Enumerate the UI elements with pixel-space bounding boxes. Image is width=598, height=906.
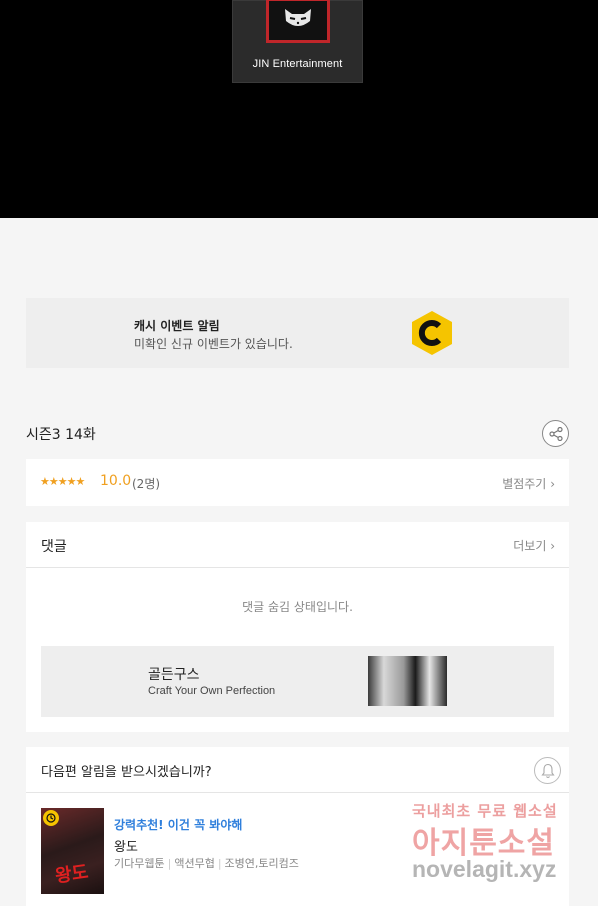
recommendation-title[interactable]: 왕도 (114, 836, 138, 855)
recommendation-genre: 액션무협 (174, 857, 215, 870)
cash-event-banner[interactable]: 캐시 이벤트 알림 미확인 신규 이벤트가 있습니다. (26, 298, 569, 368)
recommendation-tag: 강력추천! 이건 꼭 봐야해 (114, 818, 243, 832)
recommendation-thumb-logo: 왕도 (53, 861, 90, 888)
next-episode-prompt: 다음편 알림을 받으시겠습니까? (41, 765, 212, 780)
cat-logo-frame (266, 0, 330, 43)
recommendation-thumbnail[interactable]: 왕도 (41, 808, 104, 894)
cash-c-icon (412, 311, 452, 355)
recommendation-meta: 기다무웹툰 | 액션무협 | 조병연,토리컴즈 (114, 855, 299, 871)
chevron-right-icon: › (550, 477, 555, 491)
comments-more-button[interactable]: 더보기 › (513, 537, 555, 554)
rating-count: (2명) (132, 477, 161, 491)
next-episode-header: 다음편 알림을 받으시겠습니까? (26, 747, 569, 793)
meta-separator: | (217, 857, 222, 870)
rating-card: ★★★★★ 10.0 (2명) 별점주기 › (26, 459, 569, 506)
ad-image (368, 656, 447, 706)
share-icon (549, 427, 563, 441)
rate-button-label: 별점주기 (502, 477, 547, 491)
cash-event-title: 캐시 이벤트 알림 (134, 319, 220, 333)
comments-hidden-message: 댓글 숨김 상태입니다. (242, 600, 353, 614)
comments-header: 댓글 더보기 › (26, 522, 569, 568)
recommendation-category: 기다무웹툰 (114, 857, 165, 870)
bell-icon (541, 763, 555, 779)
publisher-logo-text: JIN Entertainment (252, 58, 343, 70)
rate-button[interactable]: 별점주기 › (502, 475, 555, 492)
meta-separator: | (167, 857, 172, 870)
ad-banner[interactable]: 골든구스 Craft Your Own Perfection (41, 646, 554, 717)
comments-card: 댓글 더보기 › 댓글 숨김 상태입니다. 골든구스 Craft Your Ow… (26, 522, 569, 732)
cash-event-subtitle: 미확인 신규 이벤트가 있습니다. (134, 337, 293, 351)
rating-score: 10.0 (100, 473, 132, 489)
rating-stars: ★★★★★ (40, 475, 85, 488)
ad-title: 골든구스 (148, 667, 200, 683)
clock-icon (46, 813, 56, 823)
share-button[interactable] (542, 420, 569, 447)
webtoon-viewer-area: JIN Entertainment (0, 0, 598, 218)
chevron-right-icon: › (550, 539, 555, 553)
episode-title: 시즌3 14화 (26, 427, 96, 443)
next-episode-card: 다음편 알림을 받으시겠습니까? 왕도 강력추천! 이건 꼭 봐야해 왕도 기다… (26, 747, 569, 906)
cat-face-icon (285, 9, 311, 26)
comments-title: 댓글 (41, 539, 67, 555)
recommendation-authors: 조병연,토리컴즈 (224, 857, 299, 870)
wait-free-badge (43, 810, 59, 826)
notify-button[interactable] (534, 757, 561, 784)
comments-more-label: 더보기 (513, 539, 547, 553)
publisher-logo: JIN Entertainment (232, 0, 363, 83)
ad-subtitle: Craft Your Own Perfection (148, 685, 276, 697)
